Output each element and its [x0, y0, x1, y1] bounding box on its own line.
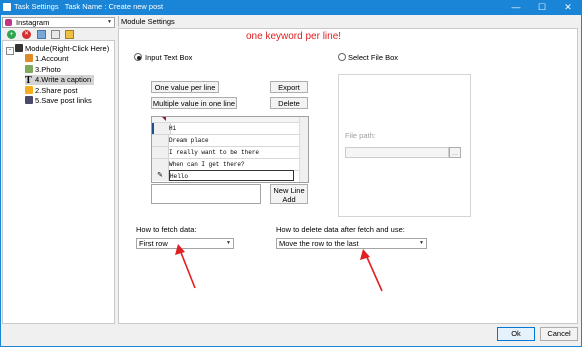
fetch-dropdown-value: First row [139, 239, 168, 248]
table-row[interactable]: Hi [152, 123, 308, 135]
table-cell[interactable]: I really want to be there [169, 147, 259, 158]
delete-data-label: How to delete data after fetch and use: [276, 225, 405, 234]
grid-scrollbar[interactable] [299, 117, 308, 182]
panel-title: Module Settings [121, 17, 175, 26]
select-file-radio[interactable] [338, 53, 346, 61]
input-text-label: Input Text Box [145, 53, 193, 62]
file-path-input[interactable] [345, 147, 449, 158]
tree-item-label: 3.Photo [35, 65, 61, 74]
red-arrow-delete [360, 249, 383, 292]
delete-button[interactable]: Delete [270, 97, 308, 109]
minimize-button[interactable]: — [504, 0, 528, 15]
tree-item-share-post[interactable]: 2.Share post [25, 86, 78, 96]
new-line-add-button[interactable]: New Line Add [270, 184, 308, 204]
tree-item-label: 4.Write a caption [35, 75, 92, 84]
cancel-button[interactable]: Cancel [540, 327, 578, 341]
tree-item-label: 2.Share post [35, 86, 78, 95]
multiple-value-button[interactable]: Multiple value in one line [151, 97, 237, 109]
copy-icon[interactable] [51, 30, 60, 39]
panel-title-bar: Module Settings [118, 16, 578, 27]
one-value-per-line-button[interactable]: One value per line [151, 81, 219, 93]
instagram-icon [5, 18, 13, 26]
module-tree: - Module(Right-Click Here) 1.Account 3.Ph… [2, 40, 115, 324]
collapse-icon[interactable]: - [6, 47, 14, 55]
tree-item-label: 5.Save post links [35, 96, 92, 105]
close-button[interactable]: ✕ [555, 0, 581, 15]
file-path-label: File path: [345, 131, 376, 140]
tree-item-photo[interactable]: 3.Photo [25, 65, 61, 75]
delete-data-dropdown-value: Move the row to the last [279, 239, 359, 248]
export-button[interactable]: Export [270, 81, 308, 93]
select-file-label: Select File Box [348, 53, 399, 62]
table-cell-editing[interactable]: Hello [169, 170, 294, 181]
tree-root-label: Module(Right-Click Here) [25, 44, 110, 53]
fetch-label: How to fetch data: [136, 225, 197, 234]
new-line-input[interactable] [151, 184, 261, 204]
text-icon: T [25, 75, 32, 86]
site-dropdown[interactable]: Instagram ▼ [2, 17, 115, 28]
ok-button[interactable]: Ok [497, 327, 535, 341]
maximize-button[interactable]: ☐ [530, 0, 554, 15]
photo-icon [25, 65, 33, 73]
paste-icon[interactable] [65, 30, 74, 39]
table-row[interactable]: I really want to be there [152, 147, 308, 159]
window-title: Task Settings Task Name : Create new pos… [14, 2, 164, 11]
table-row[interactable]: Dream place [152, 135, 308, 147]
browse-button[interactable]: ... [449, 147, 461, 158]
app-icon [3, 3, 11, 11]
tree-item-write-caption[interactable]: T 4.Write a caption [25, 75, 95, 86]
keyword-grid[interactable]: Hi Dream place I really want to be there… [151, 116, 309, 183]
chevron-down-icon: ▼ [226, 240, 231, 246]
tree-item-account[interactable]: 1.Account [25, 54, 68, 64]
share-icon [25, 86, 33, 94]
add-icon[interactable]: + [7, 30, 16, 39]
chevron-down-icon: ▼ [107, 19, 112, 25]
remove-icon[interactable]: ✕ [22, 30, 31, 39]
tree-root[interactable]: - Module(Right-Click Here) [6, 44, 110, 55]
tree-item-label: 1.Account [35, 54, 69, 63]
site-dropdown-value: Instagram [16, 18, 50, 27]
account-icon [25, 54, 33, 62]
pencil-icon: ✎ [152, 170, 169, 181]
module-icon [15, 44, 23, 52]
tree-item-save-links[interactable]: 5.Save post links [25, 96, 92, 106]
hint-text: one keyword per line! [246, 31, 342, 42]
save-links-icon [25, 96, 33, 104]
input-text-radio[interactable] [134, 53, 142, 61]
file-box-area [338, 74, 471, 217]
table-cell[interactable]: Dream place [169, 135, 209, 146]
table-row[interactable]: ✎ Hello [152, 170, 308, 181]
table-cell[interactable]: Hi [169, 123, 176, 134]
corner-marker-icon [162, 117, 166, 121]
chevron-down-icon: ▼ [419, 240, 424, 246]
table-cell[interactable]: When can I get there? [169, 159, 245, 170]
red-arrow-fetch [175, 244, 196, 289]
save-icon[interactable] [37, 30, 46, 39]
